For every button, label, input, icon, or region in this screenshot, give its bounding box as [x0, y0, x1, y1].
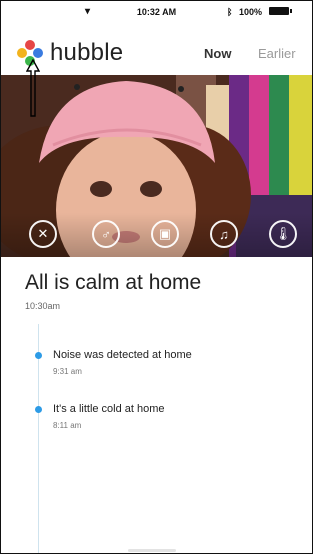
thermometer-icon: 🌡: [274, 226, 292, 241]
brand-name: hubble: [50, 39, 124, 66]
camera-icon: ▣: [158, 226, 172, 241]
battery-percent: 100%: [239, 7, 263, 17]
status-bar: ▾ 10:32 AM ᛒ 100%: [1, 1, 312, 23]
app-screen: ▾ 10:32 AM ᛒ 100% hubble Now Earlier ✕ ♂…: [0, 0, 313, 554]
battery-icon: [269, 7, 292, 15]
status-time: 10:32 AM: [136, 7, 177, 17]
microphone-icon: ♂: [101, 226, 111, 242]
event-dot-icon: [35, 352, 42, 359]
event-title[interactable]: Noise was detected at home: [53, 349, 192, 361]
pan-tilt-icon: ✕: [37, 226, 49, 241]
music-button[interactable]: ♫: [210, 220, 238, 248]
music-icon: ♫: [219, 226, 229, 242]
app-header: hubble Now Earlier: [1, 27, 312, 77]
event-title[interactable]: It's a little cold at home: [53, 403, 165, 415]
thermometer-button[interactable]: 🌡: [269, 220, 297, 248]
tab-earlier[interactable]: Earlier: [258, 46, 296, 61]
event-time: 9:31 am: [53, 367, 82, 376]
home-indicator: [128, 549, 176, 552]
microphone-button[interactable]: ♂: [92, 220, 120, 248]
bluetooth-icon: ᛒ: [227, 7, 233, 17]
page-timestamp: 10:30am: [25, 301, 61, 311]
camera-button[interactable]: ▣: [151, 220, 179, 248]
event-time: 8:11 am: [53, 421, 82, 430]
page-title: All is calm at home: [25, 271, 202, 294]
pan-tilt-button[interactable]: ✕: [29, 220, 57, 248]
arrow-annotation-icon: [26, 59, 40, 117]
event-dot-icon: [35, 406, 42, 413]
tab-now[interactable]: Now: [204, 46, 231, 61]
